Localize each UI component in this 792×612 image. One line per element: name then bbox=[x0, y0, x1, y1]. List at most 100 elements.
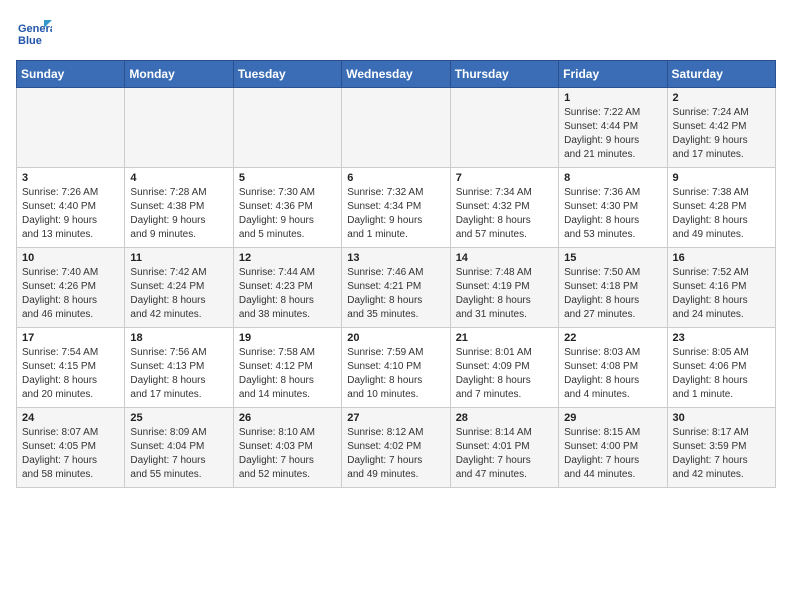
calendar-cell bbox=[233, 88, 341, 168]
day-info: Sunrise: 8:07 AM Sunset: 4:05 PM Dayligh… bbox=[22, 426, 119, 482]
day-number: 23 bbox=[673, 332, 770, 344]
calendar-cell: 10 Sunrise: 7:40 AM Sunset: 4:26 PM Dayli… bbox=[17, 248, 125, 328]
day-info: Sunrise: 7:56 AM Sunset: 4:13 PM Dayligh… bbox=[130, 346, 227, 402]
day-info: Sunrise: 8:17 AM Sunset: 3:59 PM Dayligh… bbox=[673, 426, 770, 482]
calendar-cell: 1 Sunrise: 7:22 AM Sunset: 4:44 PM Daylig… bbox=[559, 88, 667, 168]
day-number: 8 bbox=[564, 172, 661, 184]
day-info: Sunrise: 8:03 AM Sunset: 4:08 PM Dayligh… bbox=[564, 346, 661, 402]
calendar-cell: 20 Sunrise: 7:59 AM Sunset: 4:10 PM Dayli… bbox=[342, 328, 450, 408]
day-number: 30 bbox=[673, 412, 770, 424]
day-number: 3 bbox=[22, 172, 119, 184]
calendar-cell: 4 Sunrise: 7:28 AM Sunset: 4:38 PM Daylig… bbox=[125, 168, 233, 248]
calendar-cell: 17Sunrise: 7:54 AM Sunset: 4:15 PM Dayli… bbox=[17, 328, 125, 408]
calendar-cell: 24Sunrise: 8:07 AM Sunset: 4:05 PM Dayli… bbox=[17, 408, 125, 488]
calendar-cell: 2 Sunrise: 7:24 AM Sunset: 4:42 PM Daylig… bbox=[667, 88, 775, 168]
day-info: Sunrise: 7:26 AM Sunset: 4:40 PM Dayligh… bbox=[22, 186, 119, 242]
day-info: Sunrise: 7:59 AM Sunset: 4:10 PM Dayligh… bbox=[347, 346, 444, 402]
weekday-header-wednesday: Wednesday bbox=[342, 61, 450, 88]
day-info: Sunrise: 7:46 AM Sunset: 4:21 PM Dayligh… bbox=[347, 266, 444, 322]
day-number: 6 bbox=[347, 172, 444, 184]
calendar-week-row: 24Sunrise: 8:07 AM Sunset: 4:05 PM Dayli… bbox=[17, 408, 776, 488]
calendar-cell: 26 Sunrise: 8:10 AM Sunset: 4:03 PM Dayli… bbox=[233, 408, 341, 488]
svg-text:Blue: Blue bbox=[18, 35, 42, 47]
day-number: 2 bbox=[673, 92, 770, 104]
calendar-cell: 19 Sunrise: 7:58 AM Sunset: 4:12 PM Dayli… bbox=[233, 328, 341, 408]
day-info: Sunrise: 7:28 AM Sunset: 4:38 PM Dayligh… bbox=[130, 186, 227, 242]
calendar-cell: 7 Sunrise: 7:34 AM Sunset: 4:32 PM Daylig… bbox=[450, 168, 558, 248]
day-info: Sunrise: 7:30 AM Sunset: 4:36 PM Dayligh… bbox=[239, 186, 336, 242]
day-info: Sunrise: 8:15 AM Sunset: 4:00 PM Dayligh… bbox=[564, 426, 661, 482]
calendar-cell: 16 Sunrise: 7:52 AM Sunset: 4:16 PM Dayli… bbox=[667, 248, 775, 328]
day-number: 1 bbox=[564, 92, 661, 104]
calendar-cell: 21 Sunrise: 8:01 AM Sunset: 4:09 PM Dayli… bbox=[450, 328, 558, 408]
day-info: Sunrise: 8:12 AM Sunset: 4:02 PM Dayligh… bbox=[347, 426, 444, 482]
day-number: 9 bbox=[673, 172, 770, 184]
calendar-cell: 22 Sunrise: 8:03 AM Sunset: 4:08 PM Dayli… bbox=[559, 328, 667, 408]
calendar-body: 1 Sunrise: 7:22 AM Sunset: 4:44 PM Daylig… bbox=[17, 88, 776, 488]
day-number: 16 bbox=[673, 252, 770, 264]
day-number: 4 bbox=[130, 172, 227, 184]
day-number: 19 bbox=[239, 332, 336, 344]
weekday-header-sunday: Sunday bbox=[17, 61, 125, 88]
day-info: Sunrise: 7:38 AM Sunset: 4:28 PM Dayligh… bbox=[673, 186, 770, 242]
calendar-cell: 23 Sunrise: 8:05 AM Sunset: 4:06 PM Dayli… bbox=[667, 328, 775, 408]
day-info: Sunrise: 7:22 AM Sunset: 4:44 PM Dayligh… bbox=[564, 106, 661, 162]
day-info: Sunrise: 8:01 AM Sunset: 4:09 PM Dayligh… bbox=[456, 346, 553, 402]
weekday-header-thursday: Thursday bbox=[450, 61, 558, 88]
day-number: 26 bbox=[239, 412, 336, 424]
logo: General Blue bbox=[16, 16, 52, 52]
day-number: 13 bbox=[347, 252, 444, 264]
day-info: Sunrise: 8:14 AM Sunset: 4:01 PM Dayligh… bbox=[456, 426, 553, 482]
calendar-cell bbox=[17, 88, 125, 168]
calendar-cell: 29 Sunrise: 8:15 AM Sunset: 4:00 PM Dayli… bbox=[559, 408, 667, 488]
day-info: Sunrise: 7:54 AM Sunset: 4:15 PM Dayligh… bbox=[22, 346, 119, 402]
day-number: 10 bbox=[22, 252, 119, 264]
day-info: Sunrise: 7:48 AM Sunset: 4:19 PM Dayligh… bbox=[456, 266, 553, 322]
calendar-week-row: 3 Sunrise: 7:26 AM Sunset: 4:40 PM Daylig… bbox=[17, 168, 776, 248]
day-number: 28 bbox=[456, 412, 553, 424]
day-number: 29 bbox=[564, 412, 661, 424]
day-number: 20 bbox=[347, 332, 444, 344]
calendar-cell bbox=[342, 88, 450, 168]
calendar-cell: 9 Sunrise: 7:38 AM Sunset: 4:28 PM Daylig… bbox=[667, 168, 775, 248]
calendar-cell bbox=[125, 88, 233, 168]
calendar-week-row: 17Sunrise: 7:54 AM Sunset: 4:15 PM Dayli… bbox=[17, 328, 776, 408]
day-number: 12 bbox=[239, 252, 336, 264]
day-info: Sunrise: 7:40 AM Sunset: 4:26 PM Dayligh… bbox=[22, 266, 119, 322]
day-info: Sunrise: 7:24 AM Sunset: 4:42 PM Dayligh… bbox=[673, 106, 770, 162]
day-number: 22 bbox=[564, 332, 661, 344]
calendar-cell: 13 Sunrise: 7:46 AM Sunset: 4:21 PM Dayli… bbox=[342, 248, 450, 328]
day-info: Sunrise: 8:09 AM Sunset: 4:04 PM Dayligh… bbox=[130, 426, 227, 482]
day-info: Sunrise: 7:58 AM Sunset: 4:12 PM Dayligh… bbox=[239, 346, 336, 402]
calendar-cell bbox=[450, 88, 558, 168]
calendar-week-row: 10 Sunrise: 7:40 AM Sunset: 4:26 PM Dayli… bbox=[17, 248, 776, 328]
calendar-cell: 25 Sunrise: 8:09 AM Sunset: 4:04 PM Dayli… bbox=[125, 408, 233, 488]
day-number: 18 bbox=[130, 332, 227, 344]
calendar-week-row: 1 Sunrise: 7:22 AM Sunset: 4:44 PM Daylig… bbox=[17, 88, 776, 168]
day-info: Sunrise: 7:36 AM Sunset: 4:30 PM Dayligh… bbox=[564, 186, 661, 242]
day-number: 25 bbox=[130, 412, 227, 424]
day-info: Sunrise: 7:32 AM Sunset: 4:34 PM Dayligh… bbox=[347, 186, 444, 242]
calendar-table: SundayMondayTuesdayWednesdayThursdayFrid… bbox=[16, 60, 776, 488]
day-info: Sunrise: 7:34 AM Sunset: 4:32 PM Dayligh… bbox=[456, 186, 553, 242]
weekday-header-row: SundayMondayTuesdayWednesdayThursdayFrid… bbox=[17, 61, 776, 88]
day-info: Sunrise: 8:10 AM Sunset: 4:03 PM Dayligh… bbox=[239, 426, 336, 482]
logo-icon: General Blue bbox=[16, 16, 52, 52]
day-number: 11 bbox=[130, 252, 227, 264]
day-number: 7 bbox=[456, 172, 553, 184]
day-number: 21 bbox=[456, 332, 553, 344]
calendar-cell: 14Sunrise: 7:48 AM Sunset: 4:19 PM Dayli… bbox=[450, 248, 558, 328]
calendar-cell: 12 Sunrise: 7:44 AM Sunset: 4:23 PM Dayli… bbox=[233, 248, 341, 328]
calendar-cell: 3 Sunrise: 7:26 AM Sunset: 4:40 PM Daylig… bbox=[17, 168, 125, 248]
day-info: Sunrise: 7:50 AM Sunset: 4:18 PM Dayligh… bbox=[564, 266, 661, 322]
day-info: Sunrise: 8:05 AM Sunset: 4:06 PM Dayligh… bbox=[673, 346, 770, 402]
day-info: Sunrise: 7:44 AM Sunset: 4:23 PM Dayligh… bbox=[239, 266, 336, 322]
weekday-header-saturday: Saturday bbox=[667, 61, 775, 88]
calendar-cell: 18 Sunrise: 7:56 AM Sunset: 4:13 PM Dayli… bbox=[125, 328, 233, 408]
calendar-cell: 30 Sunrise: 8:17 AM Sunset: 3:59 PM Dayli… bbox=[667, 408, 775, 488]
calendar-cell: 28 Sunrise: 8:14 AM Sunset: 4:01 PM Dayli… bbox=[450, 408, 558, 488]
page-header: General Blue bbox=[16, 16, 776, 52]
day-info: Sunrise: 7:52 AM Sunset: 4:16 PM Dayligh… bbox=[673, 266, 770, 322]
calendar-cell: 27Sunrise: 8:12 AM Sunset: 4:02 PM Dayli… bbox=[342, 408, 450, 488]
weekday-header-friday: Friday bbox=[559, 61, 667, 88]
